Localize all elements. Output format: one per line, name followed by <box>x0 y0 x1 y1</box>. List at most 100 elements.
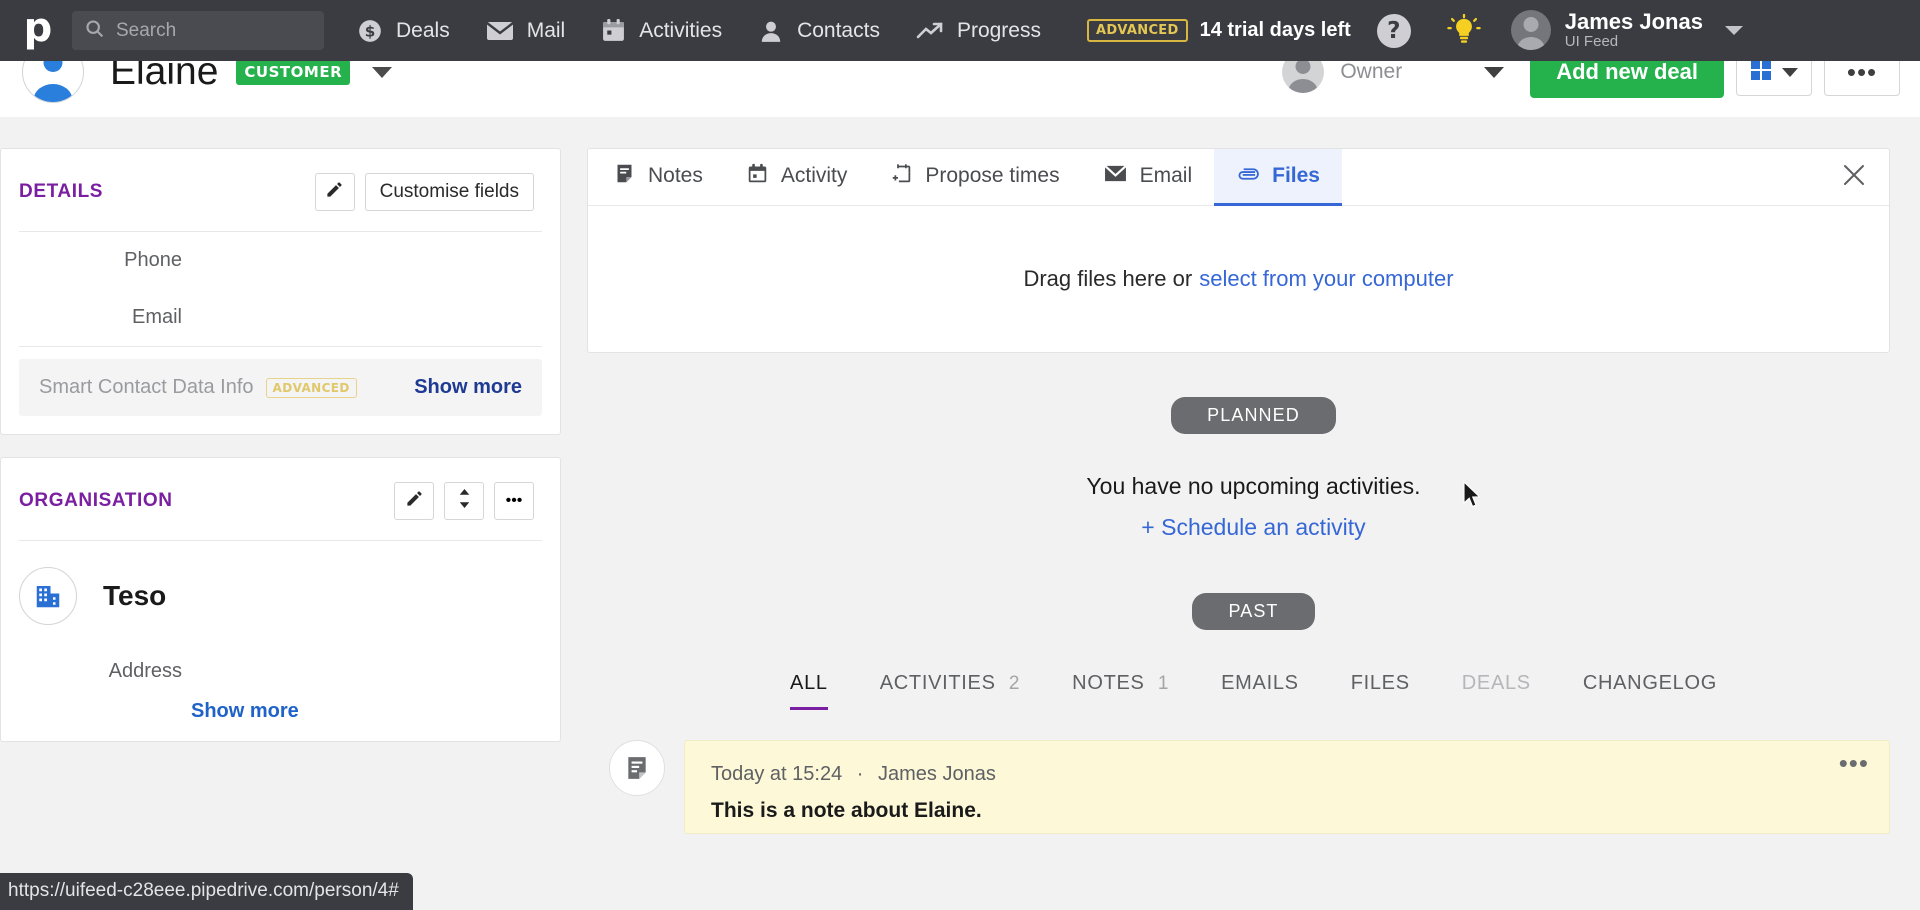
edit-details-button[interactable] <box>314 173 355 211</box>
filter-tab-notes[interactable]: NOTES 1 <box>1072 672 1169 710</box>
compose-tabbar: Notes Activity Propose times Email Files <box>588 149 1889 206</box>
detail-field-email[interactable]: Email <box>1 289 560 346</box>
user-name: James Jonas <box>1564 8 1703 34</box>
nav-item-contacts[interactable]: Contacts <box>758 18 880 44</box>
field-label: Email <box>131 306 182 328</box>
tab-activity[interactable]: Activity <box>725 149 870 206</box>
pencil-icon <box>325 180 344 204</box>
more-dots-icon: ••• <box>1846 57 1878 87</box>
search-input[interactable]: Search <box>72 11 324 50</box>
divider <box>19 346 542 347</box>
pipedrive-logo[interactable]: p <box>12 8 64 54</box>
filter-label: NOTES <box>1072 672 1145 694</box>
file-drop-zone[interactable]: Drag files here or select from your comp… <box>588 206 1889 352</box>
main-panel: Notes Activity Propose times Email Files… <box>587 148 1920 834</box>
dollar-circle-icon: $ <box>357 18 383 44</box>
pencil-icon <box>405 489 424 513</box>
organisation-title: ORGANISATION <box>19 490 173 511</box>
user-menu[interactable]: James Jonas UI Feed <box>1510 8 1703 51</box>
main-nav-items: $ Deals Mail Activities Contacts Progres… <box>357 18 1077 44</box>
tab-label: Activity <box>780 164 848 187</box>
filter-label: FILES <box>1350 672 1410 694</box>
user-subtitle: UI Feed <box>1564 33 1619 51</box>
envelope-icon <box>1103 164 1127 189</box>
filter-tab-activities[interactable]: ACTIVITIES 2 <box>880 672 1020 710</box>
note-card[interactable]: Today at 15:24 · James Jonas This is a n… <box>684 740 1890 834</box>
trial-status[interactable]: ADVANCED 14 trial days left <box>1086 19 1351 42</box>
tab-label: Notes <box>648 164 703 187</box>
nav-item-activities[interactable]: Activities <box>601 18 722 43</box>
filter-tab-all[interactable]: ALL <box>790 672 828 710</box>
nav-item-mail[interactable]: Mail <box>485 18 566 43</box>
advanced-badge: ADVANCED <box>265 377 357 398</box>
separator: · <box>856 763 864 785</box>
reorder-organisation-button[interactable] <box>444 482 484 520</box>
detail-field-phone[interactable]: Phone <box>1 232 560 289</box>
svg-text:$: $ <box>365 22 376 40</box>
chevron-down-icon[interactable] <box>1724 26 1743 35</box>
advanced-badge: ADVANCED <box>1086 19 1188 42</box>
left-sidebar: DETAILS Customise fields Phone Email Sma… <box>0 148 587 764</box>
filter-tab-files[interactable]: FILES <box>1351 672 1410 710</box>
note-meta: Today at 15:24 · James Jonas <box>711 763 1863 786</box>
tab-propose-times[interactable]: Propose times <box>869 149 1081 206</box>
select-files-link[interactable]: select from your computer <box>1199 266 1453 292</box>
filter-tab-emails[interactable]: EMAILS <box>1221 672 1299 710</box>
nav-label: Mail <box>526 18 566 42</box>
smart-data-label: Smart Contact Data Info <box>39 376 254 398</box>
smart-data-show-more-link[interactable]: Show more <box>414 376 522 399</box>
tab-notes[interactable]: Notes <box>588 149 725 206</box>
note-more-button[interactable]: ••• <box>1839 750 1869 776</box>
filter-tab-changelog[interactable]: CHANGELOG <box>1583 672 1717 710</box>
tab-label: Propose times <box>925 164 1060 187</box>
filter-label: CHANGELOG <box>1582 672 1717 694</box>
more-dots-icon: ••• <box>505 492 523 509</box>
nav-label: Activities <box>639 18 723 42</box>
dropzone-text: Drag files here or <box>1023 266 1193 291</box>
owner-chevron-icon[interactable] <box>1484 66 1505 78</box>
tab-files[interactable]: Files <box>1214 149 1342 206</box>
search-placeholder: Search <box>116 19 177 41</box>
nav-label: Progress <box>956 18 1041 42</box>
trial-days-text: 14 trial days left <box>1199 19 1351 41</box>
person-label-chevron-icon[interactable] <box>372 66 393 78</box>
help-button[interactable]: ? <box>1376 13 1411 48</box>
customise-fields-button[interactable]: Customise fields <box>364 173 534 211</box>
note-body: This is a note about Elaine. <box>711 799 982 822</box>
note-icon <box>609 740 665 796</box>
schedule-activity-link[interactable]: + Schedule an activity <box>587 514 1920 541</box>
organisation-more-button[interactable]: ••• <box>494 482 534 520</box>
field-label: Address <box>108 660 182 682</box>
nav-label: Contacts <box>797 18 880 42</box>
top-navigation-bar: p Search $ Deals Mail Activities Contact… <box>0 0 1920 61</box>
edit-organisation-button[interactable] <box>394 482 434 520</box>
chevron-down-icon <box>1782 67 1798 77</box>
filter-label: ALL <box>790 672 828 694</box>
search-icon <box>84 18 105 44</box>
note-author: James Jonas <box>878 763 996 785</box>
mouse-cursor <box>1463 480 1485 516</box>
filter-label: ACTIVITIES <box>879 672 996 694</box>
lightbulb-icon[interactable] <box>1447 13 1481 48</box>
tab-email[interactable]: Email <box>1082 149 1215 206</box>
filter-label: EMAILS <box>1221 672 1299 694</box>
org-field-address[interactable]: Address <box>1 643 560 700</box>
organisation-link[interactable]: Teso <box>1 541 560 643</box>
filter-count: 2 <box>1008 673 1021 694</box>
envelope-icon <box>485 20 514 42</box>
details-card: DETAILS Customise fields Phone Email Sma… <box>0 148 561 435</box>
calendar-icon <box>601 18 626 43</box>
note-timestamp: Today at 15:24 <box>711 763 843 785</box>
note-icon <box>614 163 635 190</box>
trending-up-icon <box>916 20 944 42</box>
nav-item-progress[interactable]: Progress <box>916 19 1041 43</box>
tab-label: Email <box>1139 164 1193 187</box>
close-panel-button[interactable] <box>1819 149 1889 205</box>
sort-updown-icon <box>456 489 473 513</box>
nav-item-deals[interactable]: $ Deals <box>357 18 450 44</box>
organisation-card: ORGANISATION ••• Teso Address Show more <box>0 457 561 742</box>
filter-label: DEALS <box>1461 672 1531 694</box>
calendar-plus-icon <box>891 163 912 190</box>
owner-label: Owner <box>1340 60 1403 83</box>
organisation-show-more-link[interactable]: Show more <box>1 700 560 741</box>
